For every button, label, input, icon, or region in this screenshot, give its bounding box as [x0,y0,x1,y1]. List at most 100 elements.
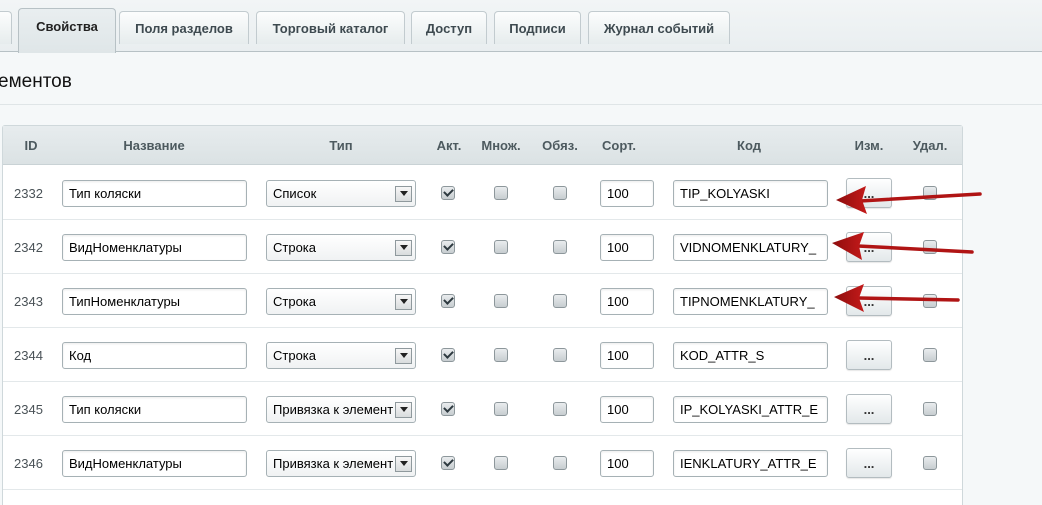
required-checkbox[interactable] [553,402,567,416]
chevron-down-icon[interactable] [395,455,412,472]
type-select[interactable]: Строка [266,287,416,315]
delete-checkbox[interactable] [923,294,937,308]
cell-type: Привязка к элемент [266,382,416,436]
multiple-checkbox[interactable] [494,402,508,416]
cell-sort: 100 [600,436,654,490]
cell-active [441,166,457,220]
code-input[interactable]: IENKLATURY_ATTR_E [673,449,828,477]
edit-button[interactable]: ... [846,232,892,262]
header-sort: Сорт. [602,138,636,153]
cell-delete [923,328,939,382]
sort-input[interactable]: 100 [600,341,654,369]
name-input[interactable]: ТипНоменклатуры [62,287,247,315]
required-checkbox[interactable] [553,186,567,200]
code-input[interactable]: VIDNOMENKLATURY_ [673,233,828,261]
tab-previous[interactable] [0,11,12,44]
property-id: 2345 [14,401,43,417]
chevron-down-icon[interactable] [395,185,412,202]
tab-captions[interactable]: Подписи [494,11,581,44]
code-input[interactable]: TIP_KOLYASKI [673,179,828,207]
cell-edit: ... [846,220,892,274]
required-checkbox[interactable] [553,348,567,362]
type-select[interactable]: Строка [266,233,416,261]
tab-properties[interactable]: Свойства [18,8,116,53]
edit-button[interactable]: ... [846,448,892,478]
sort-input[interactable]: 100 [600,287,654,315]
table-row: 2332 Тип коляски Список 100 TIP_KOLYASKI... [3,166,962,220]
type-select-value: Привязка к элемент [273,401,394,417]
sort-input[interactable]: 100 [600,395,654,423]
table-row: 2346 ВидНоменклатуры Привязка к элемент 100… [3,436,962,490]
cell-code: IP_KOLYASKI_ATTR_E [673,382,828,436]
chevron-down-icon[interactable] [395,239,412,256]
cell-id: 2343 [14,274,54,328]
cell-active [441,436,457,490]
multiple-checkbox[interactable] [494,294,508,308]
active-checkbox[interactable] [441,294,455,308]
cell-multiple [494,328,510,382]
multiple-checkbox[interactable] [494,348,508,362]
code-input[interactable]: IP_KOLYASKI_ATTR_E [673,395,828,423]
edit-button[interactable]: ... [846,178,892,208]
cell-id: 2332 [14,166,54,220]
name-input[interactable]: ВидНоменклатуры [62,233,247,261]
cell-code: VIDNOMENKLATURY_ [673,220,828,274]
name-input[interactable]: Тип коляски [62,395,247,423]
active-checkbox[interactable] [441,348,455,362]
multiple-checkbox[interactable] [494,240,508,254]
tab-event-log[interactable]: Журнал событий [588,11,730,44]
cell-multiple [494,166,510,220]
active-checkbox[interactable] [441,186,455,200]
active-checkbox[interactable] [441,402,455,416]
edit-button[interactable]: ... [846,286,892,316]
chevron-down-icon[interactable] [395,401,412,418]
active-checkbox[interactable] [441,240,455,254]
cell-multiple [494,220,510,274]
type-select[interactable]: Строка [266,341,416,369]
type-select[interactable]: Привязка к элемент [266,395,416,423]
sort-input[interactable]: 100 [600,233,654,261]
tab-trade-catalog[interactable]: Торговый каталог [256,11,405,44]
cell-id: 2342 [14,220,54,274]
chevron-down-icon[interactable] [395,293,412,310]
sort-input[interactable]: 100 [600,449,654,477]
edit-button[interactable]: ... [846,394,892,424]
delete-checkbox[interactable] [923,240,937,254]
tab-section-fields[interactable]: Поля разделов [119,11,249,44]
delete-checkbox[interactable] [923,348,937,362]
required-checkbox[interactable] [553,294,567,308]
cell-edit: ... [846,166,892,220]
section-title: ементов [0,71,72,92]
name-input[interactable]: Код [62,341,247,369]
header-edit: Изм. [854,138,884,153]
name-input[interactable]: Тип коляски [62,179,247,207]
multiple-checkbox[interactable] [494,456,508,470]
code-input[interactable]: KOD_ATTR_S [673,341,828,369]
chevron-down-icon[interactable] [395,347,412,364]
cell-delete [923,382,939,436]
header-type: Тип [329,138,353,153]
delete-checkbox[interactable] [923,402,937,416]
multiple-checkbox[interactable] [494,186,508,200]
cell-active [441,328,457,382]
sort-input[interactable]: 100 [600,179,654,207]
edit-button[interactable]: ... [846,340,892,370]
active-checkbox[interactable] [441,456,455,470]
delete-checkbox[interactable] [923,186,937,200]
required-checkbox[interactable] [553,240,567,254]
tab-access[interactable]: Доступ [411,11,487,44]
tab-bar: Свойства Поля разделов Торговый каталог … [0,0,1042,53]
name-input[interactable]: ВидНоменклатуры [62,449,247,477]
type-select-value: Строка [273,239,317,255]
type-select[interactable]: Список [266,179,416,207]
cell-sort: 100 [600,166,654,220]
cell-code: TIP_KOLYASKI [673,166,828,220]
code-input[interactable]: TIPNOMENKLATURY_ [673,287,828,315]
cell-required [553,166,569,220]
cell-id: 2346 [14,436,54,490]
type-select[interactable]: Привязка к элемент [266,449,416,477]
delete-checkbox[interactable] [923,456,937,470]
header-required: Обяз. [542,138,578,153]
required-checkbox[interactable] [553,456,567,470]
cell-edit: ... [846,274,892,328]
